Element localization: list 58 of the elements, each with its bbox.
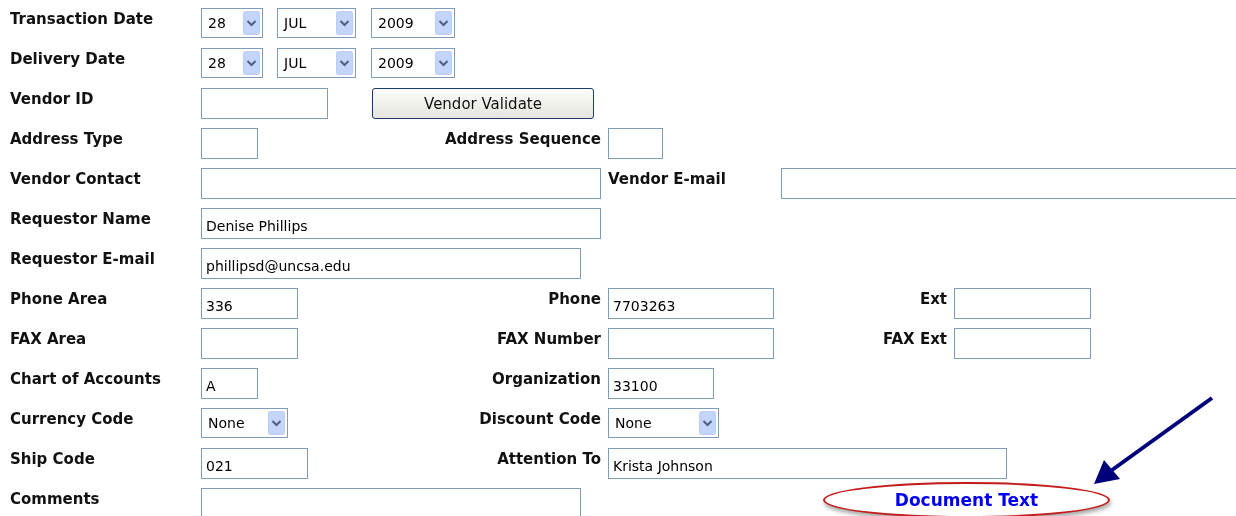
chevron-icon xyxy=(243,11,260,35)
text-field[interactable] xyxy=(608,128,663,159)
field-label: Requestor Name xyxy=(10,209,151,229)
dropdown[interactable]: 2009 xyxy=(371,8,455,38)
field-label: Ship Code xyxy=(10,449,95,469)
chevron-icon xyxy=(243,51,260,75)
text-field[interactable] xyxy=(201,128,258,159)
field-label: Chart of Accounts xyxy=(10,369,161,389)
text-field[interactable]: phillipsd@uncsa.edu xyxy=(201,248,581,279)
field-label: FAX Ext xyxy=(883,329,947,349)
field-label: Vendor E-mail xyxy=(608,169,726,189)
text-field[interactable] xyxy=(781,168,1236,199)
dropdown[interactable]: None xyxy=(201,408,288,438)
dropdown[interactable]: 28 xyxy=(201,48,263,78)
dropdown[interactable]: JUL xyxy=(277,48,356,78)
dropdown[interactable]: None xyxy=(608,408,719,438)
field-label: FAX Number xyxy=(496,329,601,349)
dropdown[interactable]: JUL xyxy=(277,8,356,38)
chevron-icon xyxy=(268,411,285,435)
chevron-icon xyxy=(336,51,353,75)
text-field[interactable] xyxy=(201,328,298,359)
field-label: Phone xyxy=(548,289,601,309)
chevron-icon xyxy=(336,11,353,35)
field-label: Requestor E-mail xyxy=(10,249,155,269)
chevron-icon xyxy=(435,51,452,75)
text-field[interactable]: 336 xyxy=(201,288,298,319)
field-label: Vendor Contact xyxy=(10,169,141,189)
dropdown[interactable]: 28 xyxy=(201,8,263,38)
dropdown[interactable]: 2009 xyxy=(371,48,455,78)
document-text-link[interactable]: Document Text xyxy=(894,490,1039,510)
field-label: Discount Code xyxy=(479,409,601,429)
chevron-icon xyxy=(699,411,716,435)
field-label: Currency Code xyxy=(10,409,134,429)
text-field[interactable]: 33100 xyxy=(608,368,714,399)
chevron-icon xyxy=(435,11,452,35)
text-field[interactable]: Krista Johnson xyxy=(608,448,1007,479)
field-label: Phone Area xyxy=(10,289,108,309)
text-field[interactable] xyxy=(201,88,328,119)
text-field[interactable]: A xyxy=(201,368,258,399)
field-label: Address Type xyxy=(10,129,123,149)
text-field[interactable] xyxy=(954,288,1091,319)
text-field[interactable]: 7703263 xyxy=(608,288,774,319)
field-label: Organization xyxy=(492,369,601,389)
field-label: Vendor ID xyxy=(10,89,94,109)
validate-button[interactable]: Vendor Validate xyxy=(372,88,594,119)
text-field[interactable]: Denise Phillips xyxy=(201,208,601,239)
field-label: Address Sequence xyxy=(444,129,601,149)
field-label: Delivery Date xyxy=(10,49,126,69)
field-label: Attention To xyxy=(497,449,601,469)
text-field[interactable] xyxy=(201,168,601,199)
field-label: Comments xyxy=(10,489,100,509)
field-label: Ext xyxy=(919,289,947,309)
field-label: FAX Area xyxy=(10,329,87,349)
text-field[interactable] xyxy=(201,488,581,516)
text-field[interactable] xyxy=(608,328,774,359)
text-field[interactable]: 021 xyxy=(201,448,308,479)
text-field[interactable] xyxy=(954,328,1091,359)
field-label: Transaction Date xyxy=(10,9,154,29)
